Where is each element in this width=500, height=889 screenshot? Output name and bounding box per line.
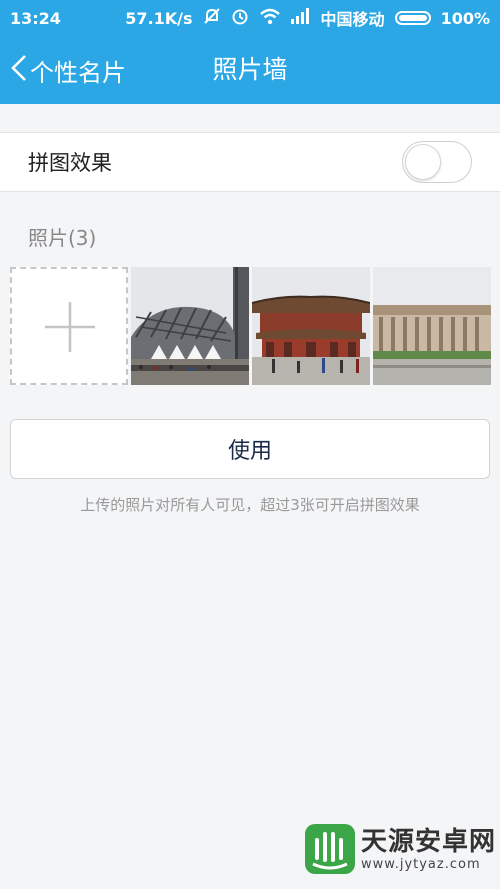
palace-photo [252, 267, 370, 385]
photo-thumbnail[interactable] [252, 267, 370, 385]
watermark-name: 天源安卓网 [361, 826, 497, 857]
hall-photo [373, 267, 491, 385]
collage-toggle[interactable] [402, 141, 472, 183]
watermark-logo-icon [305, 824, 355, 874]
signal-icon [290, 8, 311, 28]
back-label: 个性名片 [30, 58, 126, 87]
use-button[interactable]: 使用 [10, 419, 490, 479]
collage-setting-row: 拼图效果 [0, 132, 500, 192]
chevron-left-icon [10, 54, 28, 86]
hint-text: 上传的照片对所有人可见，超过3张可开启拼图效果 [80, 496, 420, 514]
stadium-photo [131, 267, 249, 385]
status-bar: 13:24 57.1K/s 中国移动 100% [0, 0, 500, 36]
carrier-name: 中国移动 [320, 10, 385, 29]
battery-icon [394, 11, 431, 25]
battery-level: 100% [440, 8, 490, 28]
add-photo-button[interactable] [10, 267, 128, 385]
collage-label: 拼图效果 [28, 151, 112, 175]
wifi-icon [259, 7, 281, 29]
toggle-knob [405, 144, 441, 180]
watermark: 天源安卓网 www.jytyaz.com [305, 824, 496, 874]
watermark-url: www.jytyaz.com [361, 856, 481, 872]
status-time: 13:24 [10, 8, 61, 28]
photo-thumbnail[interactable] [131, 267, 249, 385]
alarm-icon [231, 7, 249, 29]
mute-icon [203, 7, 221, 29]
network-speed: 57.1K/s [125, 8, 193, 28]
photo-thumbnail[interactable] [373, 267, 491, 385]
header-bar: 照片墙 个性名片 [0, 36, 500, 104]
photos-section-title: 照片(3) [28, 226, 97, 250]
photo-grid [10, 267, 491, 385]
back-button[interactable]: 个性名片 [10, 36, 126, 104]
